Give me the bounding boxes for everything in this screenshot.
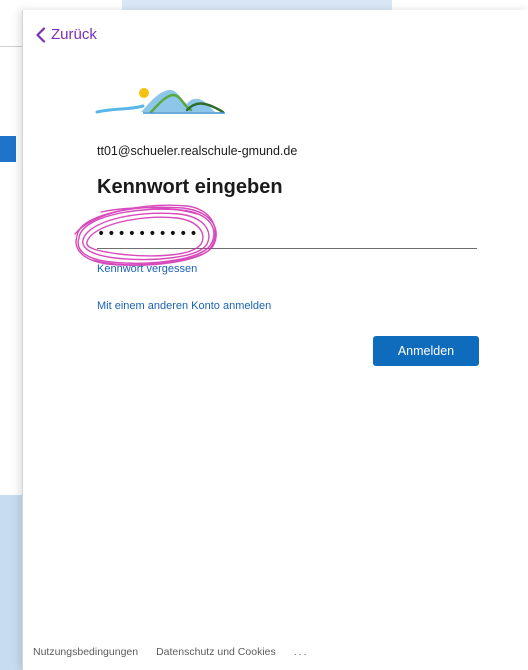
account-email: tt01@schueler.realschule-gmund.de [97, 144, 298, 158]
school-logo-icon [95, 88, 225, 114]
chevron-left-icon [36, 26, 46, 43]
sign-in-button[interactable]: Anmelden [373, 336, 479, 366]
password-input[interactable] [97, 222, 477, 246]
forgot-password-link[interactable]: Kennwort vergessen [97, 263, 197, 275]
page-title: Kennwort eingeben [97, 176, 283, 198]
more-options-button[interactable]: ... [294, 646, 309, 658]
privacy-link[interactable]: Datenschutz und Cookies [156, 646, 276, 658]
background-selection-marker [0, 136, 16, 162]
password-field[interactable] [97, 222, 477, 249]
background-divider [0, 46, 24, 47]
sign-in-sheet: Zurück tt01@schueler.realschule-gmund.de… [22, 10, 528, 670]
terms-link[interactable]: Nutzungsbedingungen [33, 646, 138, 658]
back-button-label: Zurück [51, 26, 97, 43]
background-panel [0, 495, 24, 670]
other-account-link[interactable]: Mit einem anderen Konto anmelden [97, 300, 271, 312]
footer: Nutzungsbedingungen Datenschutz und Cook… [33, 646, 309, 658]
back-button[interactable]: Zurück [35, 26, 97, 43]
